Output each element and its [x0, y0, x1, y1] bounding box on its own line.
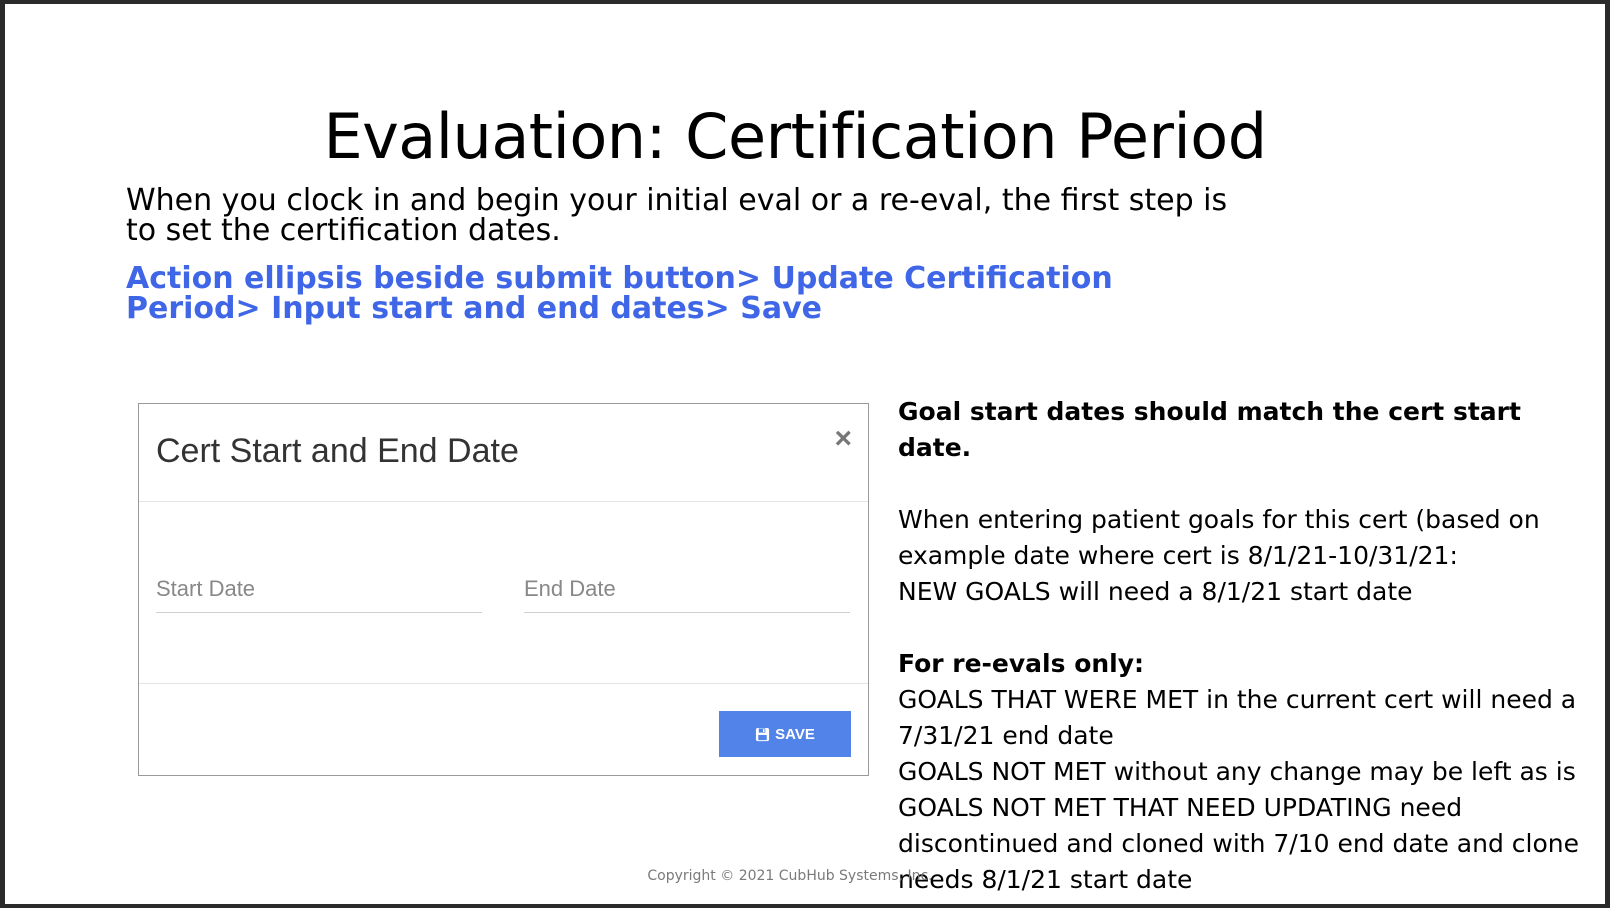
slide: Evaluation: Certification Period When yo…	[5, 4, 1605, 904]
start-date-field	[156, 576, 482, 613]
start-date-input[interactable]	[156, 576, 482, 602]
save-button[interactable]: SAVE	[719, 711, 851, 757]
reeval-heading: For re-evals only:	[898, 649, 1145, 678]
dialog-title: Cert Start and End Date	[156, 432, 519, 470]
dialog-body	[139, 502, 868, 684]
close-icon[interactable]: ×	[834, 422, 852, 456]
notes-line: discontinued and cloned with 7/10 end da…	[898, 829, 1579, 858]
notes-line: NEW GOALS will need a 8/1/21 start date	[898, 577, 1413, 606]
notes-heading: Goal start dates should match the cert s…	[898, 397, 1521, 462]
dialog-header: Cert Start and End Date ×	[139, 404, 868, 502]
copyright-footer: Copyright © 2021 CubHub Systems, Inc.	[647, 868, 933, 884]
intro-text: When you clock in and begin your initial…	[126, 183, 1228, 248]
end-date-input[interactable]	[524, 576, 850, 602]
action-instructions: Action ellipsis beside submit button> Up…	[126, 261, 1113, 326]
save-icon	[756, 727, 770, 741]
goal-notes: Goal start dates should match the cert s…	[898, 394, 1588, 898]
cert-date-dialog: Cert Start and End Date × SAVE	[138, 403, 869, 776]
slide-title: Evaluation: Certification Period	[323, 100, 1267, 173]
notes-line: example date where cert is 8/1/21-10/31/…	[898, 541, 1458, 570]
save-label: SAVE	[775, 725, 815, 743]
dialog-footer: SAVE	[139, 684, 868, 774]
notes-line: GOALS THAT WERE MET in the current cert …	[898, 685, 1577, 714]
notes-line: When entering patient goals for this cer…	[898, 505, 1540, 534]
end-date-field	[524, 576, 850, 613]
notes-line: GOALS NOT MET without any change may be …	[898, 757, 1576, 786]
notes-line: GOALS NOT MET THAT NEED UPDATING need	[898, 793, 1463, 822]
notes-line: 7/31/21 end date	[898, 721, 1114, 750]
